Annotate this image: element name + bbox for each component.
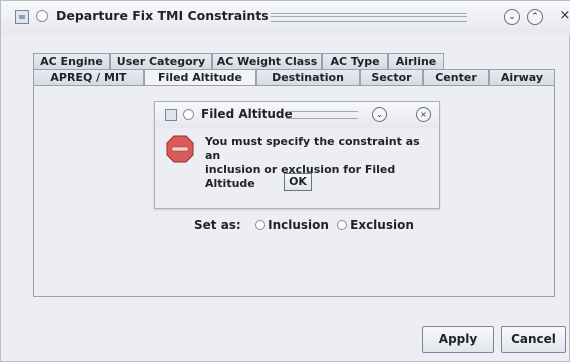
dialog-minimize-button[interactable]: ⌄	[372, 107, 387, 122]
tab-ac-type[interactable]: AC Type	[322, 53, 388, 69]
dialog-title: Filed Altitude	[201, 107, 293, 121]
ok-button[interactable]: OK	[284, 173, 312, 191]
dialog-titlebar-grip	[286, 111, 358, 119]
tab-airway[interactable]: Airway	[489, 69, 555, 85]
tab-airline[interactable]: Airline	[388, 53, 444, 69]
window-menu-icon[interactable]	[36, 10, 48, 22]
dialog-app-icon	[165, 109, 177, 121]
titlebar-grip	[271, 13, 467, 22]
inclusion-radio[interactable]	[255, 220, 266, 230]
tab-filed-altitude[interactable]: Filed Altitude	[144, 69, 256, 85]
stop-sign-icon	[166, 135, 194, 163]
tab-row-bottom: APREQ / MIT Filed Altitude Destination S…	[33, 69, 555, 85]
tab-center[interactable]: Center	[423, 69, 489, 85]
dialog-message-line1: You must specify the constraint as an	[205, 135, 420, 162]
dialog-menu-icon[interactable]	[183, 109, 194, 120]
dialog-message-line2: inclusion or exclusion for Filed Altitud…	[205, 163, 396, 190]
tab-ac-engine[interactable]: AC Engine	[33, 53, 110, 69]
tab-ac-weight-class[interactable]: AC Weight Class	[212, 53, 322, 69]
apply-button[interactable]: Apply	[422, 326, 494, 353]
window-title: Departure Fix TMI Constraints	[56, 8, 269, 23]
dialog-close-button[interactable]: ×	[416, 107, 431, 122]
tab-user-category[interactable]: User Category	[110, 53, 212, 69]
tab-apreq-mit[interactable]: APREQ / MIT	[33, 69, 144, 85]
tab-row-top: AC Engine User Category AC Weight Class …	[33, 53, 453, 69]
dialog-titlebar[interactable]: Filed Altitude ⌄ ×	[155, 102, 439, 128]
main-window: Departure Fix TMI Constraints ⌄ ⌃ × AC E…	[0, 0, 570, 362]
filed-altitude-dialog: Filed Altitude ⌄ × You must specify the …	[154, 101, 440, 209]
window-app-icon	[15, 10, 29, 24]
dialog-message: You must specify the constraint as an in…	[205, 135, 433, 191]
minimize-button[interactable]: ⌄	[504, 9, 520, 25]
cancel-button[interactable]: Cancel	[501, 326, 566, 353]
set-as-label: Set as:	[194, 218, 241, 232]
exclusion-radio[interactable]	[337, 220, 348, 230]
inclusion-label[interactable]: Inclusion	[268, 218, 329, 232]
window-titlebar[interactable]: Departure Fix TMI Constraints ⌄ ⌃ ×	[1, 1, 570, 35]
maximize-button[interactable]: ⌃	[527, 9, 543, 25]
tab-sector[interactable]: Sector	[360, 69, 423, 85]
set-as-group: Set as: Inclusion Exclusion	[194, 218, 414, 236]
close-button[interactable]: ×	[557, 9, 570, 25]
tab-destination[interactable]: Destination	[256, 69, 360, 85]
exclusion-label[interactable]: Exclusion	[350, 218, 414, 232]
